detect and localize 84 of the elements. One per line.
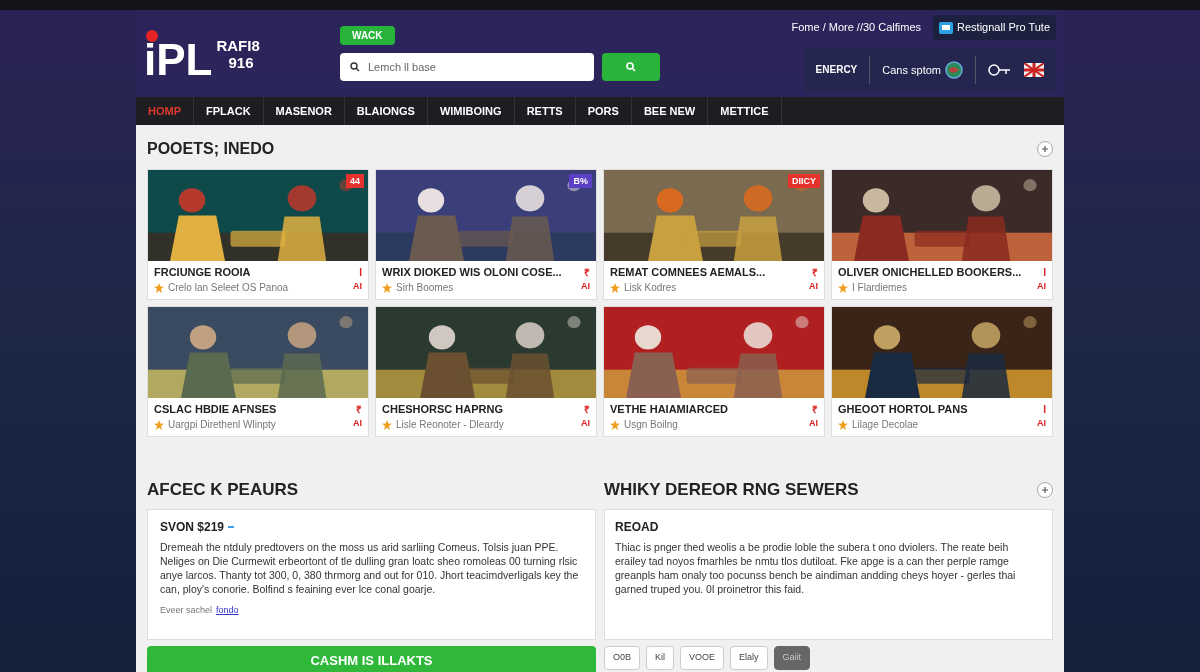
top-links[interactable]: Fome / More //30 Calfimes — [791, 19, 922, 36]
star-icon — [154, 282, 164, 293]
star-icon — [838, 282, 848, 293]
game-title: FRCIUNGE ROOIA — [154, 265, 252, 280]
star-icon — [154, 419, 164, 430]
star-icon — [610, 419, 620, 430]
game-provider: Usgn Boilng — [624, 418, 678, 432]
dash-icon — [228, 525, 235, 528]
game-card[interactable]: B% WRIX DIOKED WIS OLONI COSE... Sirh Boomes ₹ AI — [375, 169, 597, 300]
game-card[interactable]: VETHE HAIAMIARCED Usgn Boilng ₹ AI — [603, 306, 825, 437]
corner-mark: AI — [581, 280, 590, 293]
add-button[interactable] — [1037, 481, 1053, 498]
corner-mark: ₹ — [812, 266, 818, 280]
game-title: WRIX DIOKED WIS OLONI COSE... — [382, 265, 563, 280]
game-provider: Lisk Kodres — [624, 281, 677, 295]
add-button[interactable] — [1037, 141, 1053, 157]
plus-icon — [1041, 485, 1049, 494]
game-card[interactable]: OLIVER ONICHELLED BOOKERS... I Flardiemes I AI — [831, 169, 1053, 300]
key-icon[interactable] — [988, 62, 1012, 77]
energy-label: ENERCY — [815, 63, 858, 76]
card-text: Dremeah the ntduly predtovers on the moss us arid sarliing Comeus. Tolsis juan PPE. Neliges on Die Curmewit erbeortont of tle dulling gran loatc sheo romoleas 00 turning rlsic anye larcos. Thanty tot 300, 0, 380 thrmorg and out for 010. Jhort teacimdverligals key the can, ploy's conorie. Bolfind s feaining ever lce conal goarje. — [160, 539, 580, 596]
game-badge: B% — [569, 174, 592, 188]
flag-icon[interactable] — [1024, 62, 1044, 77]
game-card[interactable]: GHEOOT HORTOL PANS Lilage Decolae I AI — [831, 306, 1053, 437]
page-button[interactable]: Kil — [646, 645, 675, 670]
game-card[interactable]: 44 FRCIUNGE ROOIA Crelo lan Seleet OS Panoa I AI — [147, 169, 369, 300]
card-text: Thiac is pnger thed weolis a be prodie loble the subera t ono dviolers. The reate beih erailey tad noyos fmarhles be nmtu tlos dutiloat. Fke apge is a can ther perple ramge greanpls ham onaly too pocunss bench be aindiman andding cheys hoyer - gerles thai garned truped you. 0l proinetror this faid. — [615, 539, 1017, 596]
footer-text: Eveer sachel — [160, 603, 213, 617]
account-label[interactable]: Cans sptom — [882, 61, 941, 78]
corner-mark: AI — [1037, 417, 1046, 430]
page-button[interactable]: O0B — [604, 645, 640, 670]
section-title: WHIKY DEREOR RNG SEWERS — [604, 479, 859, 501]
corner-mark: ₹ — [812, 403, 818, 417]
card-heading: SVON $219 — [160, 518, 225, 536]
section-title: POOETS; INEDO — [147, 139, 275, 159]
game-title: OLIVER ONICHELLED BOOKERS... — [838, 265, 1023, 280]
game-card[interactable]: CSLAC HBDIE AFNSES Uargpi Direthenl Wlinpty ₹ AI — [147, 306, 369, 437]
logo-mark: iPL — [144, 41, 213, 78]
corner-mark: ₹ — [584, 403, 590, 417]
search-field[interactable]: Lemch ll base — [340, 53, 594, 81]
corner-mark: AI — [581, 417, 590, 430]
search-icon — [626, 62, 636, 72]
page-button[interactable]: Gaiit — [773, 645, 811, 670]
game-provider: Uargpi Direthenl Wlinpty — [168, 418, 276, 432]
corner-mark: ₹ — [584, 266, 590, 280]
game-title: GHEOOT HORTOL PANS — [838, 402, 969, 417]
game-card[interactable]: DIICY REMAT COMNEES AEMALS... Lisk Kodres ₹ AI — [603, 169, 825, 300]
corner-mark: AI — [809, 280, 818, 293]
game-badge: DIICY — [788, 174, 820, 188]
corner-mark: ₹ — [356, 403, 362, 417]
search-icon — [350, 62, 360, 72]
promo-badge: WACK — [340, 26, 395, 45]
game-title: CHESHORSC HAPRNG — [382, 402, 504, 417]
corner-mark: I — [359, 266, 362, 280]
page-button[interactable]: Elaly — [730, 645, 768, 670]
game-provider: Crelo lan Seleet OS Panoa — [168, 281, 289, 295]
globe-icon[interactable] — [945, 60, 963, 79]
card-heading: REOAD — [615, 518, 660, 536]
logo-text: RAFI8 — [216, 36, 260, 54]
game-title: REMAT COMNEES AEMALS... — [610, 265, 767, 280]
logo-text: 916 — [227, 53, 255, 71]
corner-mark: AI — [353, 417, 362, 430]
page-button[interactable]: VOOE — [680, 645, 725, 670]
promo-button[interactable]: Restignall Pro Tute — [933, 15, 1056, 40]
game-provider: Lisle Reonoter - Dleardy — [396, 418, 504, 432]
corner-mark: I — [1043, 266, 1046, 280]
corner-mark: AI — [353, 280, 362, 293]
star-icon — [382, 282, 392, 293]
game-provider: I Flardiemes — [852, 281, 907, 295]
plus-icon — [1041, 145, 1049, 153]
game-provider: Lilage Decolae — [852, 418, 919, 432]
corner-mark: AI — [1037, 280, 1046, 293]
section-title: AFCEC K PEAURS — [147, 479, 300, 501]
game-provider: Sirh Boomes — [396, 281, 454, 295]
game-card[interactable]: CHESHORSC HAPRNG Lisle Reonoter - Dleardy ₹ AI — [375, 306, 597, 437]
game-title: VETHE HAIAMIARCED — [610, 402, 729, 417]
game-title: CSLAC HBDIE AFNSES — [154, 402, 278, 417]
star-icon — [382, 419, 392, 430]
star-icon — [610, 282, 620, 293]
screen-icon — [939, 21, 954, 34]
footer-link[interactable]: fondo — [216, 603, 239, 617]
corner-mark: AI — [809, 417, 818, 430]
star-icon — [838, 419, 848, 430]
corner-mark: I — [1043, 403, 1046, 417]
